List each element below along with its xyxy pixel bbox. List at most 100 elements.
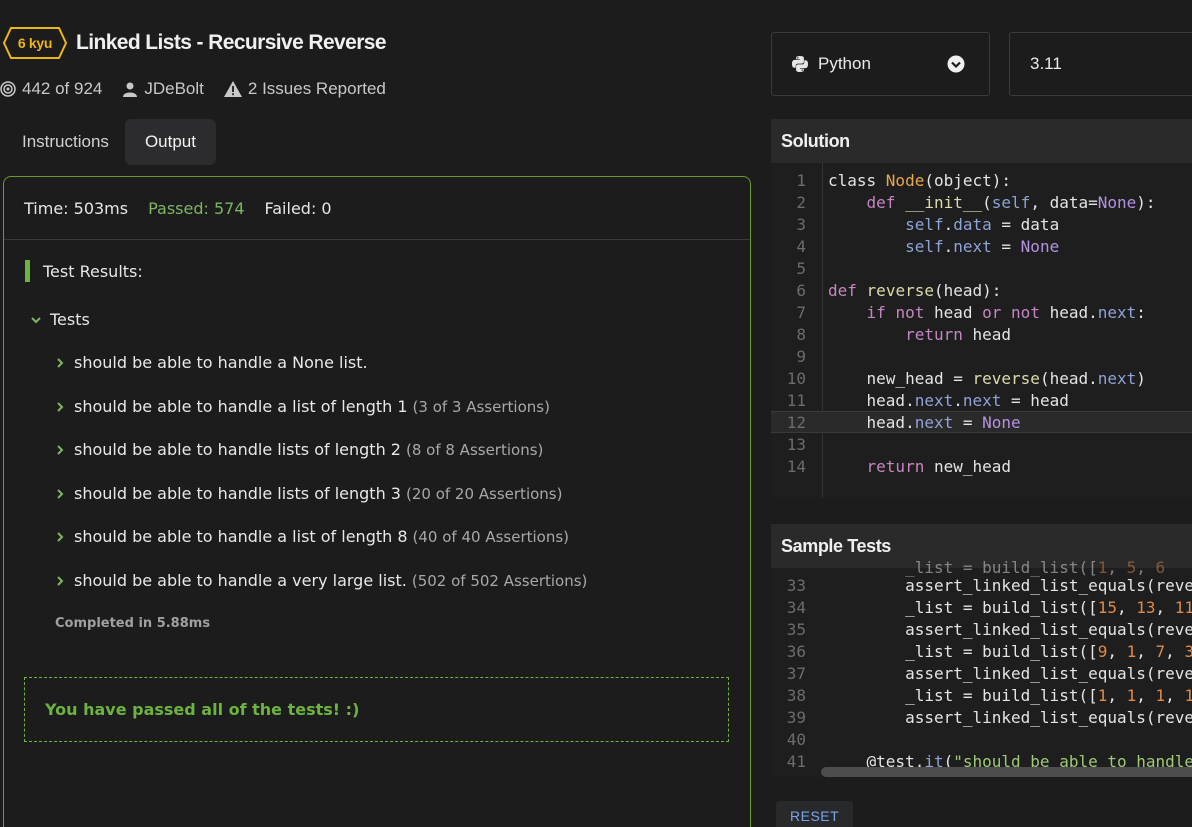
code-line: 11 head.next.next = head [771, 389, 1192, 411]
test-name: should be able to handle lists of length… [74, 484, 401, 503]
line-number: 13 [786, 434, 806, 454]
code-line: 37 assert_linked_list_equals(reve [771, 662, 1192, 684]
chevron-right-icon [55, 401, 65, 413]
code-line: 5 [771, 257, 1192, 279]
completed-time: Completed in 5.88ms [55, 616, 211, 631]
solution-title: Solution [771, 119, 1192, 163]
issues-count: 2 Issues Reported [247, 79, 386, 98]
line-number: 41 [786, 751, 806, 771]
horizontal-scrollbar[interactable] [821, 767, 1192, 777]
code-line: 9 [771, 345, 1192, 367]
test-name: should be able to handle a list of lengt… [74, 527, 408, 546]
author-link[interactable]: JDeBolt [122, 79, 204, 99]
tab-output[interactable]: Output [124, 119, 216, 165]
test-name: should be able to handle a None list. [74, 353, 368, 372]
test-assertions: (3 of 3 Assertions) [412, 398, 550, 416]
line-number: 8 [796, 324, 806, 344]
test-name: should be able to handle lists of length… [74, 440, 401, 459]
code-line: 40 [771, 728, 1192, 750]
line-number: 4 [796, 236, 806, 256]
line-number: 11 [786, 390, 806, 410]
code-line: 34 _list = build_list([15, 13, 11 [771, 596, 1192, 618]
run-time: Time: 503ms [24, 199, 129, 218]
chevron-right-icon [55, 488, 65, 500]
line-number: 9 [796, 346, 806, 366]
chevron-right-icon [55, 531, 65, 543]
tab-bar: Instructions Output [6, 119, 216, 165]
code-line: 6 def reverse(head): [771, 279, 1192, 301]
solution-editor[interactable]: Solution 1 class Node(object): 2 def __in… [771, 119, 1192, 498]
test-item[interactable]: should be able to handle a list of lengt… [55, 397, 550, 416]
code-line: 8 return head [771, 323, 1192, 345]
code-line: 33 assert_linked_list_equals(reve [771, 574, 1192, 596]
test-name: should be able to handle a very large li… [74, 571, 407, 590]
code-line: 39 assert_linked_list_equals(reve [771, 706, 1192, 728]
test-name: should be able to handle a list of lengt… [74, 397, 408, 416]
test-item[interactable]: should be able to handle a very large li… [55, 571, 587, 590]
tests-group-toggle[interactable]: Tests [30, 310, 90, 329]
completion-count: 442 of 924 [22, 79, 103, 98]
passed-count: Passed: 574 [148, 199, 245, 218]
test-assertions: (502 of 502 Assertions) [411, 572, 588, 590]
language-select[interactable]: Python [771, 32, 990, 96]
chevron-right-icon [55, 357, 65, 369]
line-number: 35 [786, 619, 806, 639]
run-stats: Time: 503ms Passed: 574 Failed: 0 [24, 199, 352, 218]
code-line: 3 self.data = data [771, 213, 1192, 235]
line-number: 37 [786, 663, 806, 683]
user-icon [122, 81, 138, 97]
solution-code[interactable]: 1 class Node(object): 2 def __init__(self… [771, 163, 1192, 498]
tests-group-label: Tests [50, 310, 90, 329]
line-number: 39 [786, 707, 806, 727]
code-line: 10 new_head = reverse(head.next) [771, 367, 1192, 389]
line-number: 5 [796, 258, 806, 278]
target-icon [0, 81, 16, 97]
line-number: 1 [796, 170, 806, 190]
version-select[interactable]: 3.11 [1009, 32, 1192, 96]
test-item[interactable]: should be able to handle lists of length… [55, 484, 562, 503]
completion-stat: 442 of 924 [0, 79, 102, 99]
line-number: 2 [796, 192, 806, 212]
line-number: 12 [786, 412, 806, 432]
sample-tests-code[interactable]: _list = build_list([1, 5, 6 33 assert_li… [771, 558, 1192, 777]
line-number: 36 [786, 641, 806, 661]
line-number: 40 [786, 729, 806, 749]
issues-link[interactable]: 2 Issues Reported [223, 79, 386, 99]
line-number: 33 [786, 575, 806, 595]
line-number: 38 [786, 685, 806, 705]
warning-icon [223, 81, 242, 97]
line-number: 10 [786, 368, 806, 388]
test-assertions: (20 of 20 Assertions) [405, 485, 563, 503]
test-item[interactable]: should be able to handle a list of lengt… [55, 527, 569, 546]
line-number: 7 [796, 302, 806, 322]
version-label: 3.11 [1030, 54, 1062, 73]
code-line: 13 [771, 433, 1192, 455]
output-panel: Time: 503ms Passed: 574 Failed: 0 Test R… [3, 176, 751, 827]
code-line: 14 return new_head [771, 455, 1192, 477]
rank-label: 6 kyu [17, 35, 53, 51]
language-label: Python [818, 54, 871, 73]
sample-tests-editor[interactable]: Sample Tests _list = build_list([1, 5, 6… [771, 524, 1192, 777]
reset-button[interactable]: RESET [776, 801, 854, 827]
test-results-header: Test Results: [25, 260, 143, 282]
failed-count: Failed: 0 [264, 199, 332, 218]
test-assertions: (8 of 8 Assertions) [405, 441, 544, 459]
test-item[interactable]: should be able to handle lists of length… [55, 440, 543, 459]
divider [4, 239, 750, 240]
kata-title: Linked Lists - Recursive Reverse [76, 31, 387, 54]
kata-header: 6 kyu Linked Lists - Recursive Reverse [0, 26, 760, 60]
kata-meta: 442 of 924 JDeBolt 2 Issues Reported [0, 78, 406, 100]
code-line: 1 class Node(object): [771, 169, 1192, 191]
line-number: 34 [786, 597, 806, 617]
test-item[interactable]: should be able to handle a None list. [55, 353, 373, 372]
test-assertions: (40 of 40 Assertions) [412, 528, 570, 546]
python-icon [791, 55, 809, 73]
tab-instructions[interactable]: Instructions [6, 119, 125, 165]
success-message: You have passed all of the tests! :) [24, 677, 729, 742]
code-line: 2 def __init__(self, data=None): [771, 191, 1192, 213]
chevron-down-icon [30, 314, 42, 326]
code-line-current: 12 head.next = None [771, 411, 1192, 433]
code-line: 38 _list = build_list([1, 1, 1, 1 [771, 684, 1192, 706]
page: 6 kyu Linked Lists - Recursive Reverse 4… [0, 0, 1192, 827]
code-line: 7 if not head or not head.next: [771, 301, 1192, 323]
